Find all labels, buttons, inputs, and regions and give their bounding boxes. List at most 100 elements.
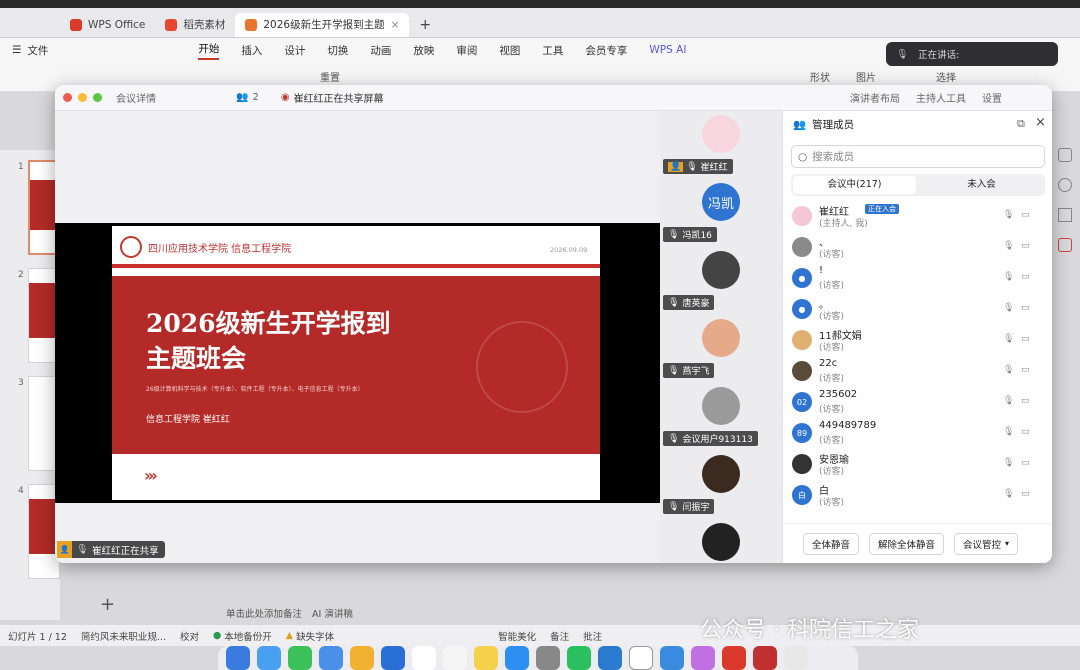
tab-not-joined[interactable]: 未入会: [920, 176, 1043, 194]
mic-icon[interactable]: 🎙: [1003, 210, 1014, 222]
camera-icon[interactable]: ▭: [1021, 396, 1033, 406]
finder-icon[interactable]: [226, 646, 250, 670]
ribbon-tab-view[interactable]: 视图: [499, 43, 520, 58]
app-icon[interactable]: [753, 646, 777, 670]
shape-button[interactable]: 形状: [810, 69, 830, 84]
mic-icon[interactable]: 🎙: [1003, 427, 1014, 439]
meeting-info-button[interactable]: 会议详情: [116, 90, 156, 105]
ribbon-tab-animation[interactable]: 动画: [370, 43, 391, 58]
reset-button[interactable]: 重置: [320, 69, 340, 84]
participants-icon[interactable]: 👥: [236, 92, 248, 103]
mic-icon[interactable]: 🎙: [1003, 396, 1014, 408]
settings-icon[interactable]: [536, 646, 560, 670]
tencent-meeting-icon[interactable]: [660, 646, 684, 670]
mic-icon[interactable]: 🎙: [1003, 458, 1014, 470]
ribbon-tab-tools[interactable]: 工具: [542, 43, 563, 58]
menu-icon[interactable]: ☰: [12, 44, 21, 56]
ribbon-tab-wps-ai[interactable]: WPS AI: [649, 44, 686, 56]
app-icon[interactable]: [381, 646, 405, 670]
video-tile[interactable]: 🎙 闫振宇: [660, 451, 782, 519]
member-row[interactable]: 崔红红 正在入会 (主持人, 我) 🎙 ▭: [783, 201, 1052, 232]
speaker-layout-button[interactable]: 演讲者布局: [850, 90, 900, 105]
video-tile[interactable]: [660, 519, 782, 563]
ribbon-tab-member[interactable]: 会员专享: [585, 43, 627, 58]
theme-name[interactable]: 简约风未来职业规...: [81, 629, 166, 643]
app-icon[interactable]: [784, 646, 808, 670]
member-row[interactable]: 安恩瑜 (访客) 🎙 ▭: [783, 449, 1052, 480]
member-row[interactable]: ●! (访客) 🎙 ▭: [783, 263, 1052, 294]
ribbon-tab-transition[interactable]: 切换: [327, 43, 348, 58]
tab-in-meeting[interactable]: 会议中(217): [793, 176, 916, 194]
member-row[interactable]: 89 449489789 (访客) 🎙 ▭: [783, 418, 1052, 449]
camera-icon[interactable]: ▭: [1021, 489, 1033, 499]
file-menu[interactable]: 文件: [27, 43, 48, 58]
video-tile[interactable]: 🎙 唐英豪: [660, 247, 782, 315]
annotate-toggle[interactable]: 批注: [583, 629, 602, 643]
picture-button[interactable]: 图片: [856, 69, 876, 84]
mic-icon[interactable]: 🎙: [1003, 241, 1014, 253]
close-window-icon[interactable]: [63, 93, 72, 102]
photos-icon[interactable]: [350, 646, 374, 670]
video-tile[interactable]: 👤 🎙 崔红红: [660, 111, 782, 179]
settings-button[interactable]: 设置: [982, 90, 1002, 105]
member-row[interactable]: 、 (访客) 🎙 ▭: [783, 232, 1052, 263]
camera-icon[interactable]: ▭: [1021, 241, 1033, 251]
notes-icon[interactable]: [474, 646, 498, 670]
ribbon-tab-review[interactable]: 审阅: [456, 43, 477, 58]
mic-icon[interactable]: 🎙: [1003, 303, 1014, 315]
add-slide-button[interactable]: +: [100, 594, 115, 615]
meeting-control-button[interactable]: 会议管控 ▾: [954, 532, 1019, 555]
member-row[interactable]: ●。 (访客) 🎙 ▭: [783, 294, 1052, 325]
member-row[interactable]: 02 235602 (访客) 🎙 ▭: [783, 387, 1052, 418]
mute-all-button[interactable]: 全体静音: [803, 532, 860, 555]
ribbon-tab-home[interactable]: 开始: [198, 41, 220, 60]
camera-icon[interactable]: ▭: [1021, 210, 1033, 220]
camera-icon[interactable]: ▭: [1021, 272, 1033, 282]
tab-daoke[interactable]: 稻壳素材: [155, 13, 235, 37]
color-icon[interactable]: [1058, 178, 1072, 192]
camera-icon[interactable]: ▭: [1021, 303, 1033, 313]
ai-notes-button[interactable]: AI 演讲稿: [312, 606, 353, 620]
close-icon[interactable]: ×: [1035, 115, 1046, 130]
popout-icon[interactable]: ⧉: [1017, 117, 1025, 131]
vscode-icon[interactable]: [598, 646, 622, 670]
notion-icon[interactable]: [629, 646, 653, 670]
reminders-icon[interactable]: [443, 646, 467, 670]
close-tab-icon[interactable]: ×: [391, 19, 400, 31]
style-icon[interactable]: [1058, 148, 1072, 162]
mail-icon[interactable]: [319, 646, 343, 670]
member-row[interactable]: 11郝文娟 (访客) 🎙 ▭: [783, 325, 1052, 356]
camera-icon[interactable]: ▭: [1021, 458, 1033, 468]
notes-toggle[interactable]: 备注: [550, 629, 569, 643]
wps-dock-icon[interactable]: [722, 646, 746, 670]
video-tile[interactable]: 冯凯 🎙 冯凯16: [660, 179, 782, 247]
mic-icon[interactable]: 🎙: [1003, 272, 1014, 284]
appstore-icon[interactable]: [505, 646, 529, 670]
unmute-all-button[interactable]: 解除全体静音: [869, 532, 945, 555]
video-tile[interactable]: 🎙 燕宇飞: [660, 315, 782, 383]
host-tools-button[interactable]: 主持人工具: [916, 90, 966, 105]
mic-icon[interactable]: 🎙: [1003, 334, 1014, 346]
mic-icon[interactable]: 🎙: [1003, 489, 1014, 501]
select-button[interactable]: 选择: [936, 69, 956, 84]
calendar-icon[interactable]: [412, 646, 436, 670]
member-row[interactable]: 白白 (访客) 🎙 ▭: [783, 480, 1052, 511]
tab-presentation[interactable]: 2026级新生开学报到主题 ×: [235, 12, 410, 37]
video-tile[interactable]: 🎙 会议用户913113: [660, 383, 782, 451]
beautify-button[interactable]: 智能美化: [498, 629, 536, 643]
animation-icon[interactable]: [1058, 238, 1072, 252]
missing-font[interactable]: ▲ 缺失字体: [286, 629, 334, 643]
proof-button[interactable]: 校对: [180, 629, 199, 643]
search-input[interactable]: ○ 搜索成员: [791, 145, 1045, 168]
tab-wps-office[interactable]: WPS Office: [60, 13, 155, 37]
messages-icon[interactable]: [288, 646, 312, 670]
minimize-window-icon[interactable]: [78, 93, 87, 102]
app-icon[interactable]: [691, 646, 715, 670]
camera-icon[interactable]: ▭: [1021, 334, 1033, 344]
notes-placeholder[interactable]: 单击此处添加备注: [226, 606, 302, 620]
member-row[interactable]: 22c (访客) 🎙 ▭: [783, 356, 1052, 387]
layout-icon[interactable]: [1058, 208, 1072, 222]
mic-icon[interactable]: 🎙: [1003, 365, 1014, 377]
maximize-window-icon[interactable]: [93, 93, 102, 102]
camera-icon[interactable]: ▭: [1021, 365, 1033, 375]
